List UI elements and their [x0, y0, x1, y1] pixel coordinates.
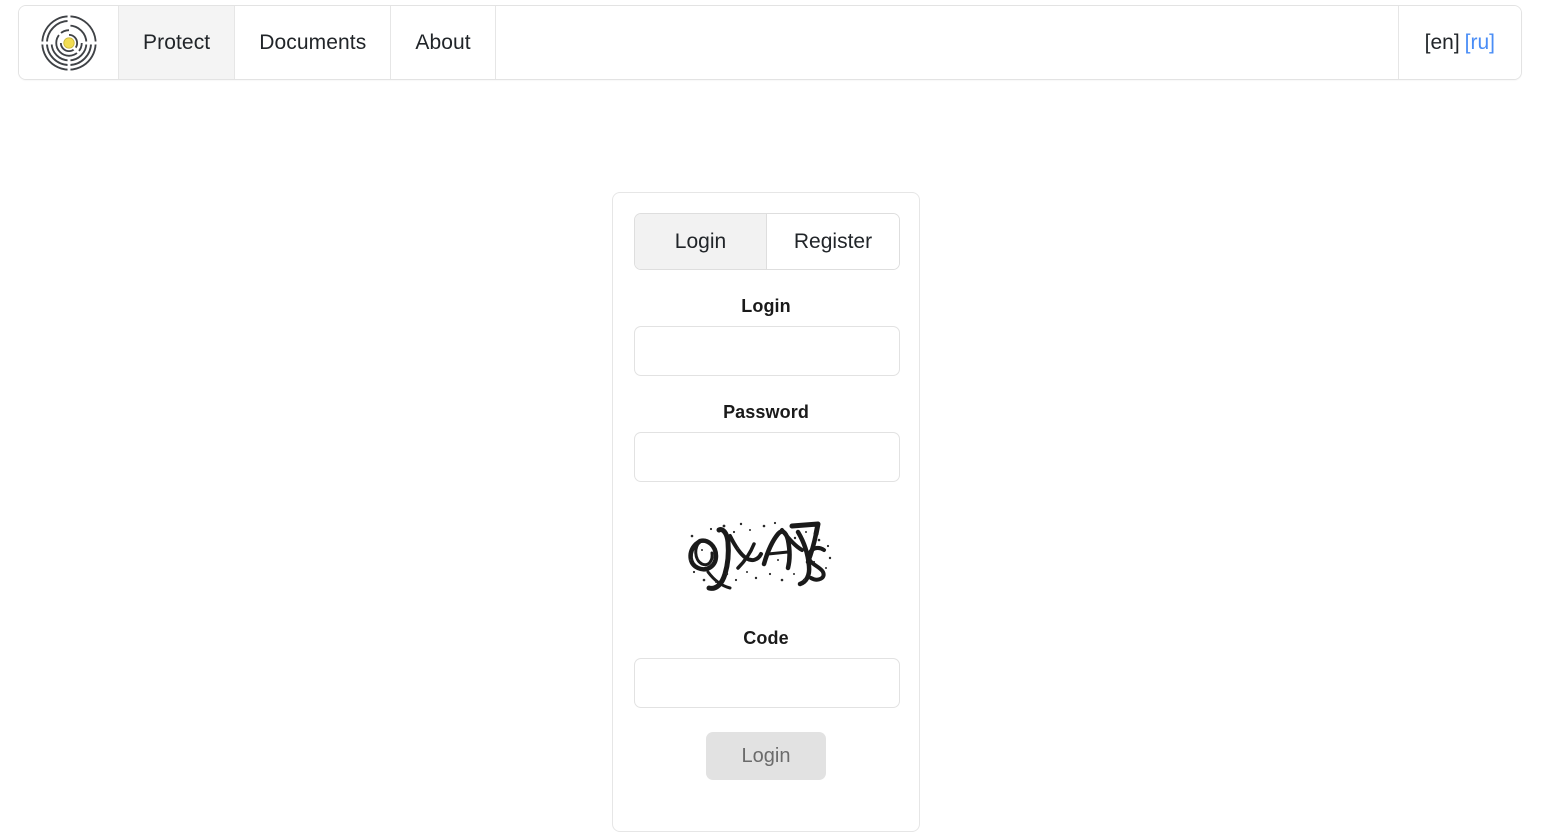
top-navbar: Protect Documents About [en] [ru] [18, 5, 1522, 80]
tab-label: Register [793, 229, 873, 253]
password-field-label: Password [723, 402, 809, 422]
login-submit-button[interactable]: Login [706, 732, 826, 780]
nav-item-about[interactable]: About [391, 6, 496, 79]
login-field-label: Login [741, 296, 791, 316]
tab-register[interactable]: Register [767, 214, 899, 269]
language-link-ru[interactable]: [ru] [1465, 31, 1495, 55]
password-input[interactable] [634, 432, 900, 482]
login-input[interactable] [634, 326, 900, 376]
auth-card: Login Register Login Password Code Login [612, 192, 920, 832]
nav-item-protect[interactable]: Protect [119, 6, 236, 79]
tab-login[interactable]: Login [635, 214, 767, 269]
language-current-en: [en] [1424, 30, 1460, 54]
nav-item-label: Documents [259, 30, 367, 54]
captcha-image [678, 502, 854, 602]
nav-item-label: About [415, 30, 471, 54]
code-field-label: Code [743, 628, 789, 648]
navbar-spacer [495, 6, 1399, 79]
captcha-container [634, 502, 898, 602]
code-input[interactable] [634, 658, 900, 708]
auth-tabs: Login Register [634, 213, 900, 270]
nav-item-documents[interactable]: Documents [235, 6, 392, 79]
nav-item-label: Protect [143, 30, 211, 54]
tab-label: Login [674, 229, 727, 253]
labyrinth-logo-icon [40, 14, 98, 72]
brand-logo-cell[interactable] [19, 6, 119, 79]
submit-row: Login [634, 732, 898, 780]
language-switcher: [en] [ru] [1398, 6, 1521, 79]
